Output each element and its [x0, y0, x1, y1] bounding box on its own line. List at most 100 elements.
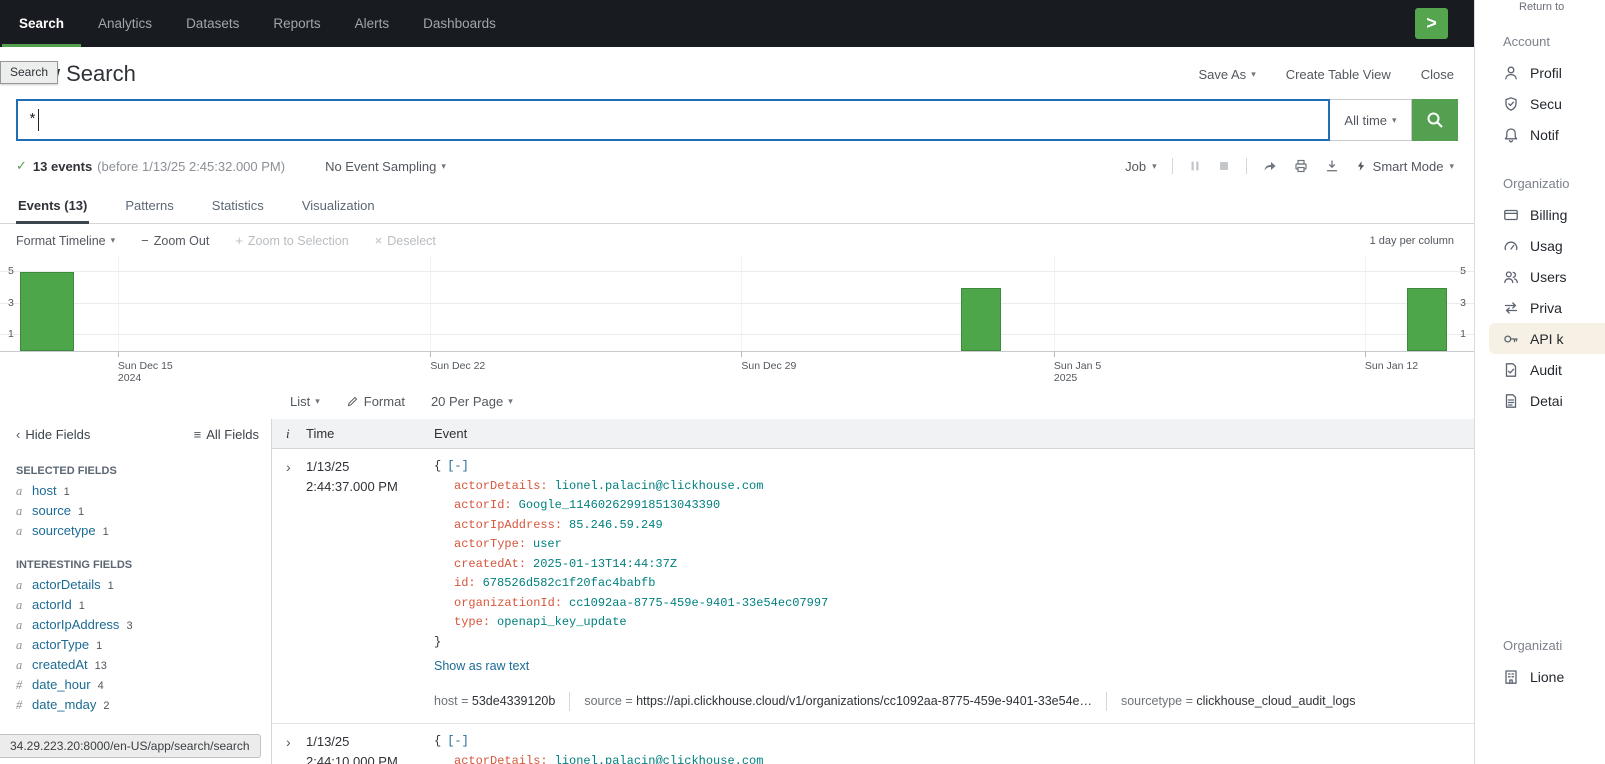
- json-value[interactable]: openapi_key_update: [497, 615, 627, 629]
- event-body-cell: {[-] actorDetailslionel.palacin@clickhou…: [434, 457, 1474, 711]
- time-range-picker[interactable]: All time ▾: [1330, 99, 1412, 141]
- expand-event-button[interactable]: ›: [272, 457, 306, 711]
- panel-item-label: Audit: [1530, 362, 1562, 378]
- json-collapse-link[interactable]: [-]: [447, 734, 469, 748]
- deselect-label: Deselect: [387, 234, 436, 248]
- job-menu[interactable]: Job ▾: [1125, 159, 1157, 174]
- zoom-in-icon: +: [235, 233, 243, 248]
- search-button[interactable]: [1412, 99, 1458, 141]
- deselect-button[interactable]: × Deselect: [375, 233, 436, 248]
- panel-item-profile[interactable]: Profil: [1489, 57, 1605, 88]
- panel-item-users[interactable]: Users: [1489, 261, 1605, 292]
- panel-item-security[interactable]: Secu: [1489, 88, 1605, 119]
- all-fields-button[interactable]: ≡ All Fields: [194, 427, 259, 442]
- field-date_mday[interactable]: # date_mday 2: [16, 697, 271, 717]
- field-actorType[interactable]: a actorType 1: [16, 637, 271, 657]
- splunk-logo[interactable]: >: [1415, 8, 1448, 39]
- header-actions: Save As ▾ Create Table View Close: [1198, 67, 1454, 82]
- print-button[interactable]: [1293, 158, 1309, 174]
- panel-item-details[interactable]: Detai: [1489, 385, 1605, 416]
- json-value[interactable]: lionel.palacin@clickhouse.com: [555, 754, 764, 764]
- panel-item-billing[interactable]: Billing: [1489, 199, 1605, 230]
- meta-source[interactable]: source https://api.clickhouse.cloud/v1/o…: [584, 692, 1107, 712]
- download-icon: [1324, 158, 1340, 174]
- share-job-button[interactable]: [1262, 158, 1278, 174]
- field-host[interactable]: a host 1: [16, 483, 271, 503]
- json-collapse-link[interactable]: [-]: [447, 459, 469, 473]
- field-sourcetype[interactable]: a sourcetype 1: [16, 523, 271, 543]
- tab-visualization[interactable]: Visualization: [300, 189, 377, 223]
- json-value[interactable]: lionel.palacin@clickhouse.com: [555, 479, 764, 493]
- save-as-menu[interactable]: Save As ▾: [1198, 67, 1255, 82]
- list-view-menu[interactable]: List ▾: [290, 394, 320, 409]
- field-name: date_hour: [32, 677, 91, 692]
- json-value[interactable]: 2025-01-13T14:44:37Z: [533, 557, 677, 571]
- json-value[interactable]: 85.246.59.249: [569, 518, 663, 532]
- events-table-header: i Time Event: [272, 419, 1474, 449]
- timeline-bar[interactable]: [1407, 288, 1447, 351]
- panel-item-org-lionel[interactable]: Lione: [1489, 661, 1605, 692]
- timeline-bar[interactable]: [961, 288, 1001, 351]
- zoom-to-selection-button[interactable]: + Zoom to Selection: [235, 233, 348, 248]
- return-to-link[interactable]: Return to: [1519, 1, 1564, 13]
- info-column-header: i: [272, 426, 306, 442]
- timeline-plot[interactable]: 553311: [0, 256, 1474, 352]
- hide-fields-button[interactable]: ‹ Hide Fields: [16, 427, 90, 442]
- json-value[interactable]: cc1092aa-8775-459e-9401-33e54ec07997: [569, 596, 828, 610]
- meta-sourcetype[interactable]: sourcetype clickhouse_cloud_audit_logs: [1121, 692, 1370, 712]
- close-link[interactable]: Close: [1421, 67, 1454, 82]
- field-actorId[interactable]: a actorId 1: [16, 597, 271, 617]
- timeline-bar[interactable]: [20, 272, 74, 351]
- zoom-out-button[interactable]: − Zoom Out: [141, 233, 209, 248]
- field-count: 1: [108, 580, 114, 592]
- timeline-scale-label: 1 day per column: [1370, 235, 1454, 247]
- panel-item-usage[interactable]: Usag: [1489, 230, 1605, 261]
- pause-job-button[interactable]: [1188, 159, 1202, 173]
- json-value[interactable]: user: [533, 537, 562, 551]
- nav-item-reports[interactable]: Reports: [256, 0, 337, 47]
- nav-item-datasets[interactable]: Datasets: [169, 0, 256, 47]
- gridline: [0, 271, 1474, 272]
- deselect-icon: ×: [375, 233, 383, 248]
- field-source[interactable]: a source 1: [16, 503, 271, 523]
- show-raw-text-link[interactable]: Show as raw text: [434, 657, 529, 677]
- tab-events[interactable]: Events (13): [16, 189, 89, 224]
- per-page-menu[interactable]: 20 Per Page ▾: [431, 394, 513, 409]
- event-date: 1/13/25: [306, 732, 434, 752]
- tab-patterns[interactable]: Patterns: [123, 189, 175, 223]
- field-date_hour[interactable]: # date_hour 4: [16, 677, 271, 697]
- panel-item-audit[interactable]: Audit: [1489, 354, 1605, 385]
- json-open-brace: {: [434, 734, 441, 748]
- event-timeline-chart: 553311 Sun Dec 152024Sun Dec 22Sun Dec 2…: [0, 256, 1474, 386]
- tab-statistics[interactable]: Statistics: [210, 189, 266, 223]
- expand-event-button[interactable]: ›: [272, 732, 306, 764]
- stop-job-button[interactable]: [1217, 159, 1231, 173]
- x-axis-tick: Sun Dec 29: [741, 352, 796, 372]
- meta-key: host: [434, 692, 472, 712]
- panel-item-api-keys[interactable]: API k: [1489, 323, 1605, 354]
- meta-host[interactable]: host 53de4339120b: [434, 692, 570, 712]
- panel-item-private-endpoints[interactable]: Priva: [1489, 292, 1605, 323]
- field-actorDetails[interactable]: a actorDetails 1: [16, 577, 271, 597]
- create-table-view-link[interactable]: Create Table View: [1286, 67, 1391, 82]
- event-sampling-menu[interactable]: No Event Sampling ▾: [325, 159, 446, 174]
- json-value[interactable]: 678526d582c1f20fac4babfb: [483, 576, 656, 590]
- nav-item-alerts[interactable]: Alerts: [338, 0, 407, 47]
- search-mode-menu[interactable]: Smart Mode ▾: [1355, 159, 1454, 174]
- field-createdAt[interactable]: a createdAt 13: [16, 657, 271, 677]
- field-actorIpAddress[interactable]: a actorIpAddress 3: [16, 617, 271, 637]
- export-button[interactable]: [1324, 158, 1340, 174]
- panel-item-label: Priva: [1530, 300, 1562, 316]
- json-value[interactable]: Google_114602629918513043390: [519, 498, 721, 512]
- search-input[interactable]: *: [16, 99, 1330, 141]
- nav-item-dashboards[interactable]: Dashboards: [406, 0, 513, 47]
- format-menu[interactable]: Format: [346, 394, 405, 409]
- format-timeline-menu[interactable]: Format Timeline ▾: [16, 234, 115, 248]
- selected-fields-header: SELECTED FIELDS: [16, 465, 271, 477]
- field-type-icon: a: [16, 484, 25, 499]
- x-axis-tick: Sun Dec 22: [430, 352, 485, 372]
- panel-item-label: Secu: [1530, 96, 1562, 112]
- nav-item-analytics[interactable]: Analytics: [81, 0, 169, 47]
- panel-item-notifications[interactable]: Notif: [1489, 119, 1605, 150]
- nav-item-search[interactable]: Search: [2, 0, 81, 47]
